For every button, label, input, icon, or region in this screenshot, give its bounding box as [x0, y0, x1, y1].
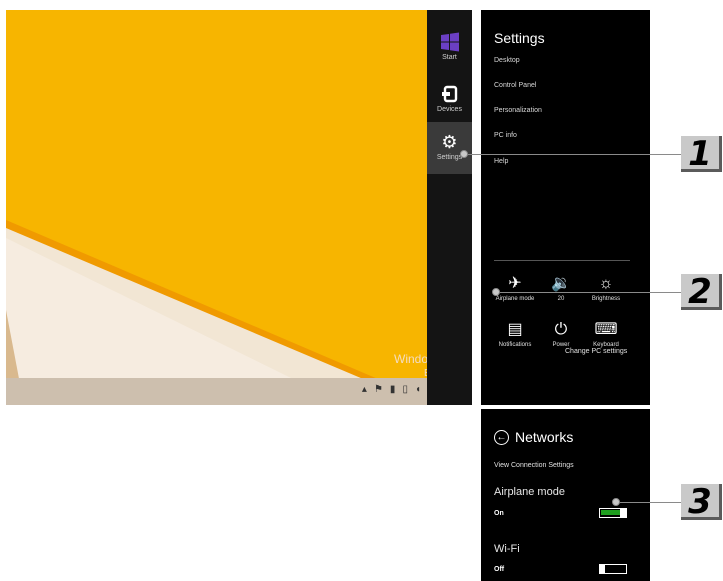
change-pc-settings-link[interactable]: Change PC settings	[565, 348, 627, 355]
wifi-toggle[interactable]	[598, 563, 627, 574]
callout-leader-3	[620, 502, 681, 503]
gear-icon: ⚙	[441, 132, 458, 152]
airplane-mode-toggle[interactable]	[599, 507, 627, 518]
quick-airplane-mode[interactable]: ✈ Airplane mode	[495, 274, 535, 302]
quick-keyboard[interactable]: ⌨ Keyboard	[586, 320, 626, 348]
toggle-knob	[620, 507, 626, 518]
callout-badge-1: 1	[681, 136, 722, 172]
networks-header: ← Networks	[494, 429, 573, 445]
quick-volume[interactable]: 🔉 20	[541, 274, 581, 302]
settings-link-control-panel[interactable]: Control Panel	[494, 82, 536, 89]
keyboard-icon: ⌨	[594, 321, 618, 338]
quick-label: Airplane mode	[495, 296, 535, 302]
quick-brightness[interactable]: ☼ Brightness	[586, 274, 626, 302]
volume-icon: 🔉	[551, 275, 571, 292]
quick-power[interactable]: ⏻ Power	[541, 320, 581, 348]
airplane-icon: ✈	[508, 275, 522, 292]
callout-dot-3	[612, 498, 620, 506]
charms-bar: Start Devices ⚙ Settings	[427, 10, 472, 405]
charm-devices[interactable]: Devices	[427, 74, 472, 122]
toggle-knob	[598, 563, 605, 574]
settings-link-help[interactable]: Help	[494, 158, 508, 165]
desktop-screenshot: Windo E ▴ ⚑ ▮ ▯ ◖	[6, 10, 427, 405]
callout-badge-3: 3	[681, 484, 722, 520]
quick-label: 20	[557, 296, 565, 302]
charm-label: Start	[442, 54, 457, 61]
taskbar: ▴ ⚑ ▮ ▯ ◖	[6, 378, 427, 405]
charm-start[interactable]: Start	[427, 20, 472, 68]
battery-icon[interactable]: ▯	[402, 384, 408, 395]
chevron-up-icon[interactable]: ▴	[362, 384, 367, 395]
charm-label: Devices	[437, 106, 462, 113]
network-icon[interactable]: ▮	[390, 384, 396, 395]
view-connection-settings-link[interactable]: View Connection Settings	[494, 462, 574, 469]
networks-title: Networks	[515, 429, 574, 445]
settings-title: Settings	[494, 30, 545, 46]
volume-icon[interactable]: ◖	[415, 384, 421, 395]
callout-leader-1	[468, 154, 681, 155]
airplane-mode-label: Airplane mode	[494, 486, 565, 498]
system-tray: ▴ ⚑ ▮ ▯ ◖	[362, 384, 421, 395]
power-icon: ⏻	[554, 321, 568, 338]
desktop-wallpaper	[6, 10, 427, 405]
callout-dot-2	[492, 288, 500, 296]
flag-icon[interactable]: ⚑	[374, 384, 383, 395]
charm-label: Settings	[436, 154, 463, 161]
charm-settings[interactable]: ⚙ Settings	[427, 122, 472, 174]
settings-link-personalization[interactable]: Personalization	[494, 107, 542, 114]
toggle-fill	[601, 510, 620, 515]
callout-badge-2: 2	[681, 274, 722, 310]
settings-pane: Settings Desktop Control Panel Personali…	[481, 10, 650, 405]
watermark-text: Windo	[394, 352, 427, 366]
brightness-icon: ☼	[598, 275, 614, 292]
quick-notifications[interactable]: ▤ Notifications	[495, 320, 535, 348]
windows-logo-icon	[440, 32, 459, 52]
settings-link-pc-info[interactable]: PC info	[494, 132, 517, 139]
back-arrow-icon[interactable]: ←	[494, 429, 509, 445]
devices-icon	[440, 84, 460, 104]
divider	[494, 260, 630, 261]
quick-label: Brightness	[591, 296, 621, 302]
callout-leader-2	[500, 292, 681, 293]
quick-label: Notifications	[498, 342, 532, 348]
callout-dot-1	[460, 150, 468, 158]
settings-link-desktop[interactable]: Desktop	[494, 57, 520, 64]
wifi-label: Wi-Fi	[494, 543, 520, 555]
airplane-mode-state: On	[494, 510, 504, 517]
networks-pane: ← Networks View Connection Settings Airp…	[481, 409, 650, 581]
wifi-state: Off	[494, 566, 505, 573]
notifications-icon: ▤	[507, 321, 523, 338]
